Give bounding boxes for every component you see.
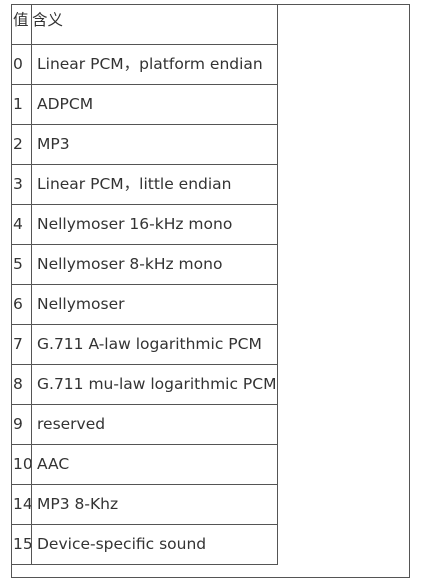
meaning-cell: Linear PCM，platform endian bbox=[31, 44, 278, 85]
table-row: 5 Nellymoser 8-kHz mono bbox=[11, 244, 278, 285]
table-row: 15 Device-specific sound bbox=[11, 524, 278, 565]
value-cell: 0 bbox=[11, 44, 32, 85]
value-cell: 3 bbox=[11, 164, 32, 205]
value-cell: 4 bbox=[11, 204, 32, 245]
table-row: 14 MP3 8-Khz bbox=[11, 484, 278, 525]
value-cell: 14 bbox=[11, 484, 32, 525]
meaning-cell: MP3 8-Khz bbox=[31, 484, 278, 525]
value-cell: 8 bbox=[11, 364, 32, 405]
value-cell: 5 bbox=[11, 244, 32, 285]
value-cell: 2 bbox=[11, 124, 32, 165]
value-cell: 6 bbox=[11, 284, 32, 325]
meaning-cell: AAC bbox=[31, 444, 278, 485]
value-cell: 9 bbox=[11, 404, 32, 445]
table-row: 6 Nellymoser bbox=[11, 284, 278, 325]
table-row: 0 Linear PCM，platform endian bbox=[11, 44, 278, 85]
table-row: 1 ADPCM bbox=[11, 84, 278, 125]
meaning-cell: reserved bbox=[31, 404, 278, 445]
table-row: 8 G.711 mu-law logarithmic PCM bbox=[11, 364, 278, 405]
header-meaning: 含义 bbox=[31, 4, 278, 45]
meaning-cell: ADPCM bbox=[31, 84, 278, 125]
table-row: 3 Linear PCM，little endian bbox=[11, 164, 278, 205]
table-row: 7 G.711 A-law logarithmic PCM bbox=[11, 324, 278, 365]
table-row: 4 Nellymoser 16-kHz mono bbox=[11, 204, 278, 245]
value-cell: 7 bbox=[11, 324, 32, 365]
table-body: 值 含义 0 Linear PCM，platform endian 1 ADPCM 2 M… bbox=[11, 4, 278, 565]
meaning-cell: Nellymoser 16-kHz mono bbox=[31, 204, 278, 245]
table-row: 9 reserved bbox=[11, 404, 278, 445]
value-cell: 1 bbox=[11, 84, 32, 125]
meaning-cell: Nellymoser bbox=[31, 284, 278, 325]
meaning-cell: Device-specific sound bbox=[31, 524, 278, 565]
table-row: 10 AAC bbox=[11, 444, 278, 485]
value-cell: 10 bbox=[11, 444, 32, 485]
meaning-cell: Linear PCM，little endian bbox=[31, 164, 278, 205]
meaning-cell: Nellymoser 8-kHz mono bbox=[31, 244, 278, 285]
meaning-cell: G.711 mu-law logarithmic PCM bbox=[31, 364, 278, 405]
table-row: 2 MP3 bbox=[11, 124, 278, 165]
table-header-row: 值 含义 bbox=[11, 4, 278, 45]
meaning-cell: MP3 bbox=[31, 124, 278, 165]
header-value: 值 bbox=[11, 4, 32, 45]
sound-format-table: 值 含义 0 Linear PCM，platform endian 1 ADPCM 2 M… bbox=[11, 4, 278, 565]
meaning-cell: G.711 A-law logarithmic PCM bbox=[31, 324, 278, 365]
value-cell: 15 bbox=[11, 524, 32, 565]
